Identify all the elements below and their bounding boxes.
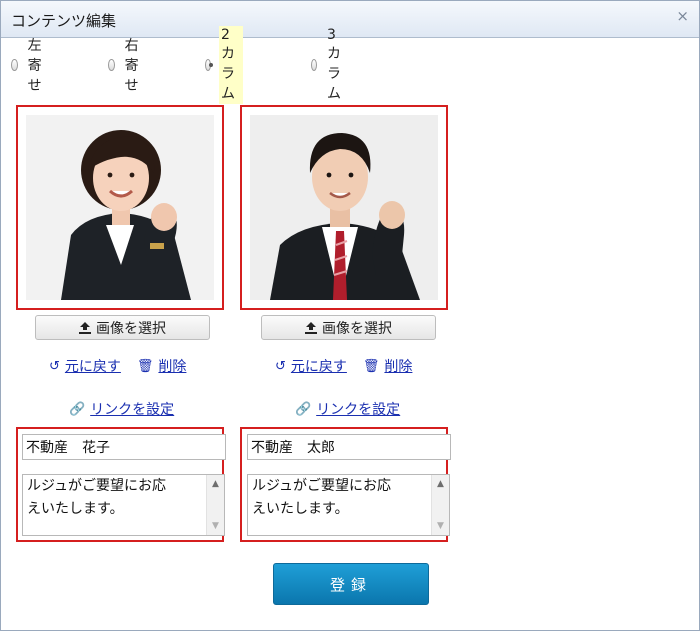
revert-link[interactable]: 元に戻す [65,356,121,376]
set-link-link[interactable]: リンクを設定 [90,399,174,419]
revert-link[interactable]: 元に戻す [291,356,347,376]
select-image-label: 画像を選択 [322,320,392,337]
radio-button[interactable] [11,59,18,71]
trash-icon: 🗑 [362,358,380,374]
link-icon: 🔗 [295,401,312,417]
portrait-woman-image [26,115,214,300]
upload-icon [79,321,91,334]
radio-label: 右寄せ [124,38,139,94]
radio-label: 左寄せ [27,38,42,94]
select-image-button-2[interactable]: 画像を選択 [261,315,436,340]
select-image-label: 画像を選択 [96,320,166,337]
dialog-titlebar: コンテンツ編集 × [1,1,699,38]
image-actions-2: ↺ 元に戻す 🗑 削除 [275,356,412,376]
undo-icon: ↺ [275,358,286,374]
undo-icon: ↺ [49,358,60,374]
portrait-man-image [250,115,438,300]
select-image-button-1[interactable]: 画像を選択 [35,315,210,340]
radio-right-align[interactable]: 右寄せ [108,38,146,94]
scroll-down-icon[interactable]: ▼ [207,519,224,533]
textarea-line: えいたします。 [27,501,124,517]
radio-three-column[interactable]: 3カラム [311,27,349,102]
link-setting-row-2: 🔗 リンクを設定 [295,399,400,419]
close-icon[interactable]: × [676,7,689,25]
description-textarea-1[interactable]: ルジュがご要望にお応 えいたします。 ▲ ▼ [22,474,225,536]
name-input-2[interactable] [247,434,451,460]
content-edit-dialog: コンテンツ編集 × 左寄せ 右寄せ 2カラム 3カラム 画像を選択 ↺ 元に戻す… [0,0,700,631]
description-textarea-2[interactable]: ルジュがご要望にお応 えいたします。 ▲ ▼ [247,474,450,536]
dialog-title: コンテンツ編集 [11,12,117,30]
textarea-line: ルジュがご要望にお応 [27,478,167,494]
delete-link[interactable]: 削除 [384,356,412,376]
textarea-scrollbar[interactable]: ▲ ▼ [206,475,224,535]
link-icon: 🔗 [69,401,86,417]
radio-button-checked[interactable] [205,59,213,71]
name-input-1[interactable] [22,434,226,460]
image-actions-1: ↺ 元に戻す 🗑 削除 [49,356,186,376]
set-link-link[interactable]: リンクを設定 [316,399,400,419]
radio-label: 2カラム [218,26,243,104]
image-frame-1[interactable] [16,105,224,310]
image-frame-2[interactable] [240,105,448,310]
textarea-content: ルジュがご要望にお応 えいたします。 [27,475,204,521]
radio-left-align[interactable]: 左寄せ [11,38,49,94]
register-button[interactable]: 登録 [273,563,429,605]
upload-icon [305,321,317,334]
delete-link[interactable]: 削除 [158,356,186,376]
textarea-line: ルジュがご要望にお応 [252,478,392,494]
radio-button[interactable] [108,59,115,71]
textarea-content: ルジュがご要望にお応 えいたします。 [252,475,429,521]
textarea-scrollbar[interactable]: ▲ ▼ [431,475,449,535]
textarea-line: えいたします。 [252,501,349,517]
link-setting-row-1: 🔗 リンクを設定 [69,399,174,419]
trash-icon: 🗑 [136,358,154,374]
radio-label: 3カラム [326,27,341,102]
scroll-down-icon[interactable]: ▼ [432,519,449,533]
register-button-label: 登録 [329,575,372,594]
radio-button[interactable] [311,59,317,71]
scroll-up-icon[interactable]: ▲ [207,477,224,491]
scroll-up-icon[interactable]: ▲ [432,477,449,491]
radio-two-column[interactable]: 2カラム [205,26,243,104]
